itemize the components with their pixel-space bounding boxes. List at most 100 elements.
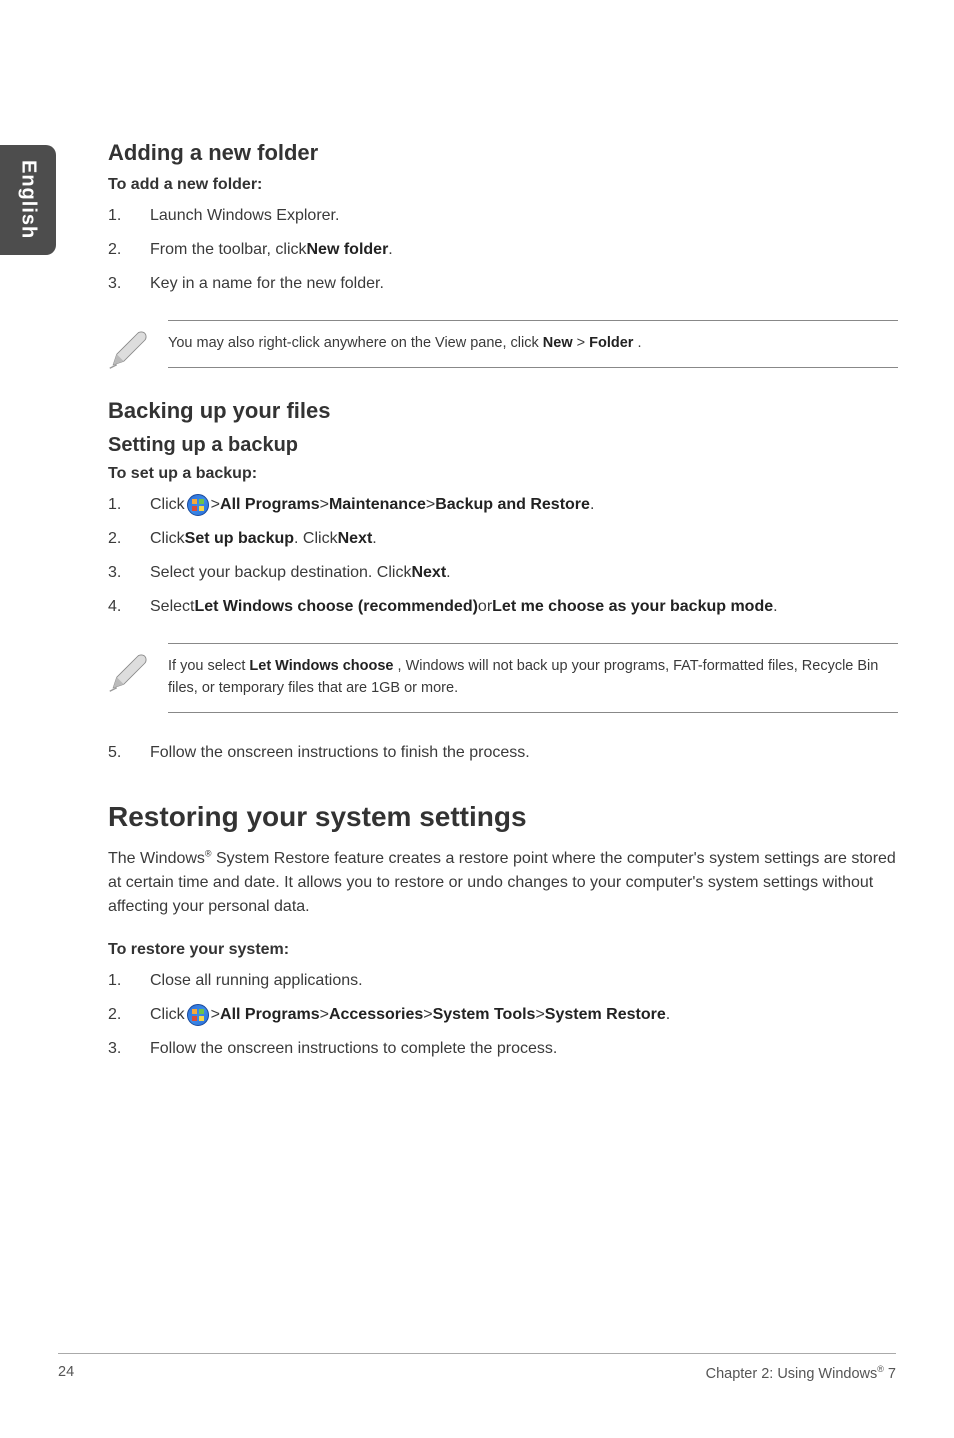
subheading-backup-a: Setting up a backup: [108, 434, 898, 457]
text-fragment: .: [666, 1003, 670, 1027]
step-number: 1.: [108, 493, 150, 517]
bold-text: Let Windows choose: [249, 658, 393, 674]
bold-text: System Restore: [545, 1003, 666, 1027]
text-fragment: Click: [150, 1003, 185, 1027]
heading-backup: Backing up your files: [108, 398, 898, 424]
list-item: 1. Launch Windows Explorer.: [108, 204, 898, 228]
language-tab: English: [0, 145, 56, 255]
step-text: Click > All Programs > Maintenance > Bac…: [150, 493, 898, 517]
list-item: 1. Click > All Programs > Maintenance > …: [108, 493, 898, 517]
bold-text: New: [543, 335, 573, 351]
text-fragment: >: [211, 1003, 220, 1027]
text-fragment: >: [211, 493, 220, 517]
pencil-icon: [108, 643, 168, 693]
list-item: 3. Key in a name for the new folder.: [108, 272, 898, 296]
step-text: Close all running applications.: [150, 969, 898, 993]
bold-text: Next: [338, 527, 373, 551]
step-number: 1.: [108, 204, 150, 228]
note-text: You may also right-click anywhere on the…: [168, 320, 898, 368]
text-fragment: From the toolbar, click: [150, 238, 307, 262]
step-text: Select your backup destination. Click Ne…: [150, 561, 898, 585]
list-item: 4. Select Let Windows choose (recommende…: [108, 595, 898, 619]
list-item: 3. Select your backup destination. Click…: [108, 561, 898, 585]
list-item: 2. From the toolbar, click New folder .: [108, 238, 898, 262]
text-fragment: >: [320, 1003, 329, 1027]
subheading-add-folder: To add a new folder:: [108, 176, 898, 194]
step-number: 4.: [108, 595, 150, 619]
step-text: Select Let Windows choose (recommended) …: [150, 595, 898, 619]
text-fragment: >: [423, 1003, 432, 1027]
step-text: Key in a name for the new folder.: [150, 272, 898, 296]
registered-mark: ®: [205, 848, 212, 858]
text-fragment: >: [535, 1003, 544, 1027]
list-item: 2. Click Set up backup . Click Next .: [108, 527, 898, 551]
step-number: 3.: [108, 1037, 150, 1061]
bold-text: New folder: [307, 238, 389, 262]
text-fragment: >: [320, 493, 329, 517]
text-fragment: Click: [150, 527, 185, 551]
subheading-restore: To restore your system:: [108, 941, 898, 959]
step-text: Click > All Programs > Accessories > Sys…: [150, 1003, 898, 1027]
chapter-label: Chapter 2: Using Windows® 7: [706, 1364, 896, 1382]
text-fragment: If you select: [168, 658, 249, 674]
text-fragment: . Click: [294, 527, 338, 551]
list-backup-cont: 5. Follow the onscreen instructions to f…: [108, 741, 898, 765]
text-fragment: The Windows: [108, 850, 205, 867]
step-number: 2.: [108, 1003, 150, 1027]
note-block: You may also right-click anywhere on the…: [108, 320, 898, 370]
text-fragment: or: [478, 595, 492, 619]
text-fragment: .: [372, 527, 376, 551]
subheading-backup-b: To set up a backup:: [108, 465, 898, 483]
page-footer: 24 Chapter 2: Using Windows® 7: [58, 1353, 896, 1382]
step-number: 3.: [108, 272, 150, 296]
bold-text: System Tools: [433, 1003, 536, 1027]
bold-text: Backup and Restore: [435, 493, 590, 517]
text-fragment: 7: [884, 1366, 896, 1382]
list-restore: 1. Close all running applications. 2. Cl…: [108, 969, 898, 1061]
heading-restore: Restoring your system settings: [108, 801, 898, 833]
windows-start-icon: [187, 1004, 209, 1026]
windows-start-icon: [187, 494, 209, 516]
page-content: Adding a new folder To add a new folder:…: [108, 140, 898, 1085]
bold-text: Accessories: [329, 1003, 423, 1027]
bold-text: Maintenance: [329, 493, 426, 517]
text-fragment: System Restore feature creates a restore…: [108, 850, 896, 915]
text-fragment: Select: [150, 595, 194, 619]
text-fragment: >: [577, 335, 590, 351]
step-number: 2.: [108, 527, 150, 551]
bold-text: Let Windows choose (recommended): [194, 595, 477, 619]
list-item: 5. Follow the onscreen instructions to f…: [108, 741, 898, 765]
text-fragment: Click: [150, 493, 185, 517]
text-fragment: .: [446, 561, 450, 585]
text-fragment: .: [637, 335, 641, 351]
bold-text: All Programs: [220, 1003, 320, 1027]
bold-text: Next: [411, 561, 446, 585]
note-text: If you select Let Windows choose , Windo…: [168, 643, 898, 713]
bold-text: All Programs: [220, 493, 320, 517]
step-number: 3.: [108, 561, 150, 585]
list-add-folder: 1. Launch Windows Explorer. 2. From the …: [108, 204, 898, 296]
heading-add-folder: Adding a new folder: [108, 140, 898, 166]
registered-mark: ®: [877, 1364, 884, 1374]
text-fragment: You may also right-click anywhere on the…: [168, 335, 543, 351]
step-number: 2.: [108, 238, 150, 262]
list-item: 3. Follow the onscreen instructions to c…: [108, 1037, 898, 1061]
restore-paragraph: The Windows® System Restore feature crea…: [108, 847, 898, 919]
list-item: 1. Close all running applications.: [108, 969, 898, 993]
list-backup: 1. Click > All Programs > Maintenance > …: [108, 493, 898, 619]
step-text: Follow the onscreen instructions to fini…: [150, 741, 898, 765]
list-item: 2. Click > All Programs > Accessories > …: [108, 1003, 898, 1027]
text-fragment: .: [388, 238, 392, 262]
page-number: 24: [58, 1364, 74, 1382]
text-fragment: >: [426, 493, 435, 517]
step-number: 5.: [108, 741, 150, 765]
text-fragment: .: [590, 493, 594, 517]
bold-text: Let me choose as your backup mode: [492, 595, 773, 619]
step-text: Click Set up backup . Click Next .: [150, 527, 898, 551]
text-fragment: .: [773, 595, 777, 619]
bold-text: Folder: [589, 335, 633, 351]
step-number: 1.: [108, 969, 150, 993]
text-fragment: Chapter 2: Using Windows: [706, 1366, 878, 1382]
step-text: From the toolbar, click New folder .: [150, 238, 898, 262]
pencil-icon: [108, 320, 168, 370]
